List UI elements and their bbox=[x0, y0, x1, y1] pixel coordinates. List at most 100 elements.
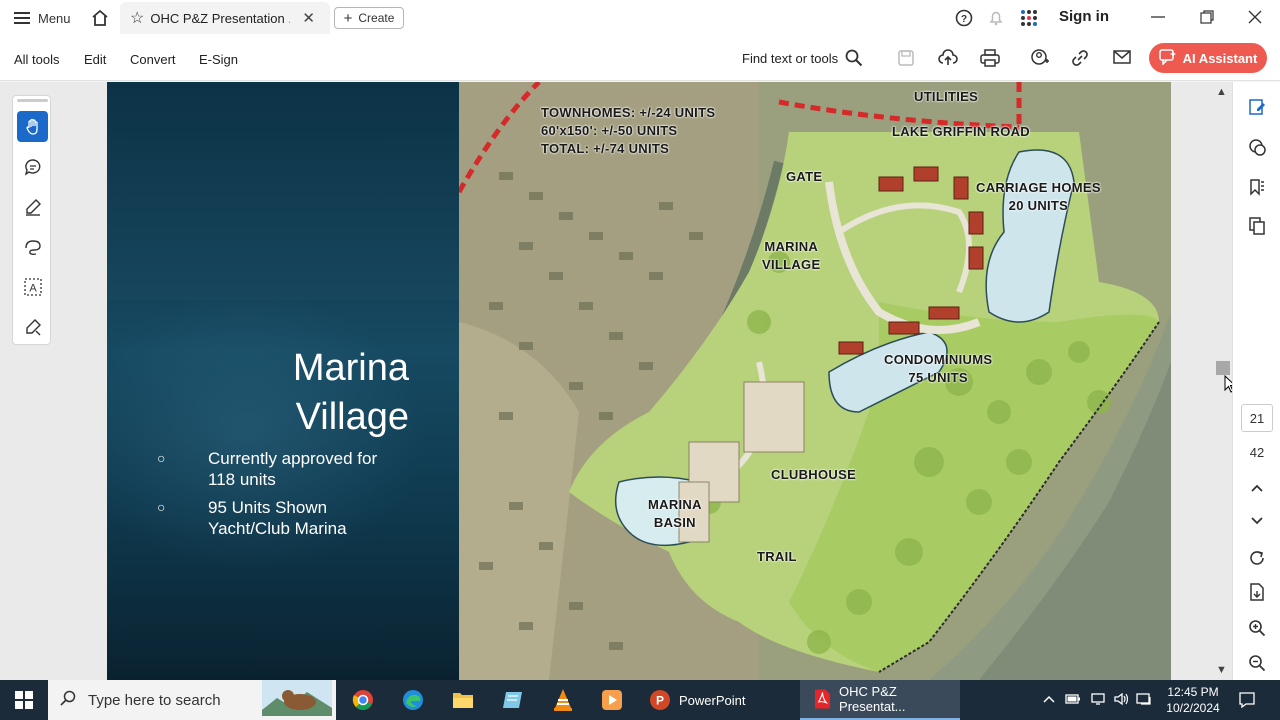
vlc-icon[interactable] bbox=[552, 688, 574, 717]
link-icon[interactable] bbox=[1071, 49, 1089, 72]
display-icon[interactable] bbox=[1136, 692, 1152, 711]
help-icon[interactable]: ? bbox=[955, 9, 973, 32]
highlight-tool-button[interactable] bbox=[17, 191, 48, 222]
notification-icon[interactable] bbox=[1238, 691, 1256, 714]
hand-tool-button[interactable] bbox=[17, 111, 48, 142]
bookmark-icon[interactable] bbox=[1247, 177, 1267, 197]
volume-icon[interactable] bbox=[1113, 692, 1129, 711]
scroll-up-arrow-icon[interactable]: ▲ bbox=[1216, 86, 1227, 98]
home-icon[interactable] bbox=[90, 8, 110, 33]
draw-tool-button[interactable] bbox=[17, 231, 48, 262]
title-bar: Menu ☆ OHC P&Z Presentation ... ✕ + Crea… bbox=[0, 0, 1280, 36]
text-box-icon: A bbox=[23, 277, 42, 296]
restore-icon[interactable] bbox=[1199, 9, 1215, 30]
taskbar-app-label: PowerPoint bbox=[679, 692, 746, 708]
map-label-basin-line: BASIN bbox=[653, 515, 696, 530]
convert-menu[interactable]: Convert bbox=[130, 52, 176, 67]
slide-title-line2: Village bbox=[295, 396, 409, 438]
next-page-icon[interactable] bbox=[1247, 511, 1267, 531]
pdf-page: Marina Village ○ Currently approved for … bbox=[107, 82, 1171, 680]
tray-expand-icon[interactable] bbox=[1042, 692, 1056, 709]
taskbar-clock[interactable]: 12:45 PM 10/2/2024 bbox=[1160, 684, 1226, 716]
windows-start-icon[interactable] bbox=[15, 691, 33, 714]
map-label-trail: TRAIL bbox=[757, 549, 797, 564]
svg-text:P: P bbox=[656, 694, 664, 708]
map-label-condo-line: CONDOMINIUMS bbox=[884, 352, 993, 367]
chrome-icon[interactable] bbox=[352, 689, 374, 716]
hand-icon bbox=[25, 118, 38, 135]
windows-taskbar: Type here to search P PowerPoint OHC P&Z… bbox=[0, 680, 1280, 720]
bullet-text: Currently approved for bbox=[208, 449, 378, 468]
map-label-townhomes: TOWNHOMES: +/-24 UNITS 60'x150': +/-50 U… bbox=[541, 104, 715, 158]
map-label-lake-griffin-road: LAKE GRIFFIN ROAD bbox=[892, 124, 1030, 139]
refresh-icon[interactable] bbox=[1247, 548, 1267, 568]
ai-assistant-button[interactable]: AI Assistant bbox=[1149, 43, 1267, 73]
edit-pdf-icon[interactable] bbox=[1247, 97, 1267, 117]
zoom-out-icon[interactable] bbox=[1247, 653, 1267, 673]
create-button[interactable]: + Create bbox=[334, 7, 404, 29]
fill-sign-tool-button[interactable] bbox=[17, 311, 48, 342]
text-tool-button[interactable]: A bbox=[17, 271, 48, 302]
apps-grid-icon[interactable] bbox=[1020, 9, 1038, 32]
scroll-thumb[interactable] bbox=[1216, 361, 1230, 375]
hamburger-icon bbox=[14, 12, 30, 24]
slide-title: Marina Village bbox=[293, 344, 409, 442]
taskbar-search-box[interactable]: Type here to search bbox=[48, 680, 336, 720]
network-icon[interactable] bbox=[1090, 692, 1106, 711]
bell-icon[interactable] bbox=[987, 9, 1005, 32]
panel-drag-handle[interactable] bbox=[17, 99, 48, 102]
comment-tool-button[interactable] bbox=[17, 151, 48, 182]
comment-icon[interactable] bbox=[1247, 137, 1267, 157]
close-tab-icon[interactable]: ✕ bbox=[302, 9, 315, 27]
pdf-icon bbox=[814, 689, 831, 709]
star-icon[interactable]: ☆ bbox=[130, 8, 144, 28]
taskbar-powerpoint[interactable]: P PowerPoint bbox=[645, 680, 795, 720]
map-label-townhomes-line: 60'x150': +/-50 UNITS bbox=[541, 123, 678, 138]
taskbar-search-icon bbox=[60, 690, 76, 710]
pages-icon[interactable] bbox=[1247, 216, 1267, 236]
print-icon[interactable] bbox=[980, 49, 1000, 72]
quick-tools-panel: A bbox=[12, 95, 51, 345]
media-player-icon[interactable] bbox=[601, 689, 623, 716]
map-label-carriage-line: CARRIAGE HOMES bbox=[976, 180, 1101, 195]
all-tools-menu[interactable]: All tools bbox=[14, 52, 60, 67]
menu-button[interactable]: Menu bbox=[14, 9, 71, 27]
page-tools-icon[interactable] bbox=[1247, 582, 1267, 602]
close-window-icon[interactable] bbox=[1247, 9, 1263, 30]
file-explorer-icon[interactable] bbox=[452, 690, 474, 715]
scroll-down-arrow-icon[interactable]: ▼ bbox=[1216, 664, 1227, 676]
ai-assistant-label: AI Assistant bbox=[1182, 50, 1258, 66]
map-label-marina-village: MARINA VILLAGE bbox=[762, 238, 820, 274]
save-icon[interactable] bbox=[897, 49, 915, 72]
share-user-icon[interactable] bbox=[1030, 49, 1050, 72]
battery-icon[interactable] bbox=[1065, 692, 1081, 711]
bullet-circle-icon: ○ bbox=[157, 450, 166, 466]
map-label-condo-line: 75 UNITS bbox=[908, 370, 968, 385]
find-text-tools[interactable]: Find text or tools bbox=[742, 51, 838, 66]
minimize-icon[interactable] bbox=[1150, 9, 1166, 30]
bear-badge-icon bbox=[262, 680, 332, 720]
pen-icon bbox=[25, 198, 41, 216]
sign-pen-icon bbox=[25, 318, 41, 335]
create-label: Create bbox=[358, 11, 395, 25]
map-label-clubhouse: CLUBHOUSE bbox=[771, 467, 857, 482]
bullet-text: 118 units bbox=[208, 470, 276, 489]
mail-icon[interactable] bbox=[1113, 50, 1131, 70]
document-tab[interactable]: ☆ OHC P&Z Presentation ... ✕ bbox=[120, 2, 330, 34]
upload-cloud-icon[interactable] bbox=[938, 49, 958, 72]
search-icon[interactable] bbox=[845, 49, 863, 72]
taskbar-acrobat[interactable]: OHC P&Z Presentat... bbox=[800, 680, 960, 720]
notes-app-icon[interactable] bbox=[502, 690, 524, 715]
sign-in-button[interactable]: Sign in bbox=[1059, 8, 1109, 25]
tab-title: OHC P&Z Presentation ... bbox=[150, 10, 291, 26]
document-viewer[interactable]: Marina Village ○ Currently approved for … bbox=[0, 82, 1232, 680]
map-label-marina-basin: MARINA BASIN bbox=[648, 496, 702, 532]
edge-icon[interactable] bbox=[402, 689, 424, 716]
map-label-condominiums: CONDOMINIUMS 75 UNITS bbox=[884, 351, 992, 387]
ai-assistant-icon bbox=[1158, 48, 1177, 68]
freehand-icon bbox=[24, 239, 41, 255]
esign-menu[interactable]: E-Sign bbox=[199, 52, 238, 67]
zoom-in-icon[interactable] bbox=[1247, 618, 1267, 638]
previous-page-icon[interactable] bbox=[1247, 478, 1267, 498]
edit-menu[interactable]: Edit bbox=[84, 52, 106, 67]
